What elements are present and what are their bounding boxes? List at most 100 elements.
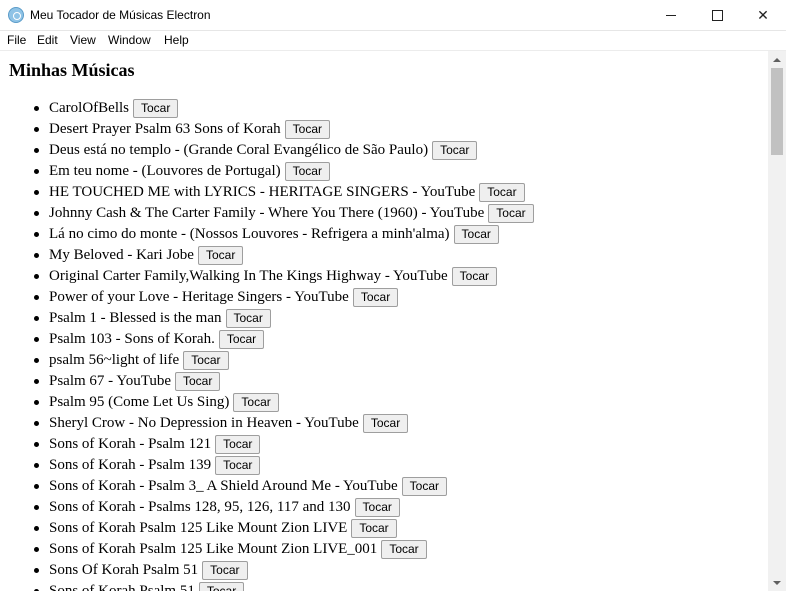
song-item: Desert Prayer Psalm 63 Sons of Korah Toca… <box>0 119 534 140</box>
scroll-down-arrow-icon <box>773 580 781 585</box>
play-button[interactable]: Tocar <box>453 225 499 245</box>
menu-window[interactable]: Window <box>108 33 151 47</box>
song-title: My Beloved - Kari Jobe <box>49 247 194 264</box>
play-button[interactable]: Tocar <box>284 162 330 182</box>
play-button[interactable]: Tocar <box>401 477 447 497</box>
song-title: Sons of Korah - Psalm 3_ A Shield Around… <box>49 478 398 495</box>
song-title: Johnny Cash & The Carter Family - Where … <box>49 205 485 222</box>
play-button[interactable]: Tocar <box>198 582 245 591</box>
song-title: Sons of Korah Psalm 125 Like Mount Zion … <box>49 541 378 558</box>
play-button[interactable]: Tocar <box>218 330 265 350</box>
bullet-icon <box>34 316 39 321</box>
play-button[interactable]: Tocar <box>479 183 525 203</box>
song-item: Psalm 1 - Blessed is the man Tocar <box>0 308 534 329</box>
bullet-icon <box>34 400 39 405</box>
play-button[interactable]: Tocar <box>202 561 248 581</box>
bullet-icon <box>34 190 39 195</box>
song-item: CarolOfBells Tocar <box>0 98 534 119</box>
app-logo-icon <box>8 7 24 23</box>
menu-view[interactable]: View <box>70 33 96 47</box>
song-title: Lá no cimo do monte - (Nossos Louvores -… <box>49 226 450 243</box>
bullet-icon <box>34 568 39 573</box>
song-item: Lá no cimo do monte - (Nossos Louvores -… <box>0 224 534 245</box>
vertical-scrollbar[interactable] <box>768 51 786 591</box>
song-item: Sons of Korah - Psalm 121 Tocar <box>0 434 534 455</box>
play-button[interactable]: Tocar <box>284 120 330 140</box>
song-item: HE TOUCHED ME with LYRICS - HERITAGE SIN… <box>0 182 534 203</box>
maximize-icon <box>711 9 723 21</box>
song-title: Deus está no templo - (Grande Coral Evan… <box>49 142 429 159</box>
song-list: CarolOfBells Tocar Desert Prayer Psalm 63 … <box>0 98 534 591</box>
play-button[interactable]: Tocar <box>215 456 261 476</box>
close-button[interactable]: ✕ <box>740 0 786 30</box>
bullet-icon <box>34 463 39 468</box>
song-title: Sons of Korah - Psalm 121 <box>49 436 212 453</box>
song-item: Power of your Love - Heritage Singers - … <box>0 287 534 308</box>
bullet-icon <box>34 484 39 489</box>
play-button[interactable]: Tocar <box>451 267 497 287</box>
scroll-down-button[interactable] <box>768 574 786 591</box>
song-item: psalm 56~light of life Tocar <box>0 350 534 371</box>
page-title: Minhas Músicas <box>9 60 135 80</box>
song-title: HE TOUCHED ME with LYRICS - HERITAGE SIN… <box>49 184 476 201</box>
play-button[interactable]: Tocar <box>233 393 279 413</box>
bullet-icon <box>34 379 39 384</box>
song-item: Sons of Korah - Psalm 3_ A Shield Around… <box>0 476 534 497</box>
play-button[interactable]: Tocar <box>352 288 399 308</box>
bullet-icon <box>34 106 39 111</box>
play-button[interactable]: Tocar <box>197 246 244 266</box>
song-title: Psalm 1 - Blessed is the man <box>49 310 222 327</box>
song-title: Sons of Korah - Psalms 128, 95, 126, 117… <box>49 499 351 516</box>
menu-edit[interactable]: Edit <box>37 33 58 47</box>
bullet-icon <box>34 526 39 531</box>
bullet-icon <box>34 337 39 342</box>
song-title: psalm 56~light of life <box>49 352 180 369</box>
play-button[interactable]: Tocar <box>175 372 221 392</box>
minimize-button[interactable] <box>648 0 694 30</box>
bullet-icon <box>34 169 39 174</box>
song-item: Original Carter Family,Walking In The Ki… <box>0 266 534 287</box>
play-button[interactable]: Tocar <box>215 435 261 455</box>
song-item: Deus está no templo - (Grande Coral Evan… <box>0 140 534 161</box>
song-item: Sons of Korah - Psalm 139 Tocar <box>0 455 534 476</box>
song-item: Em teu nome - (Louvores de Portugal) Toca… <box>0 161 534 182</box>
song-title: Psalm 67 - YouTube <box>49 373 171 390</box>
window-title: Meu Tocador de Músicas Electron <box>30 8 211 22</box>
play-button[interactable]: Tocar <box>133 99 179 119</box>
song-title: Original Carter Family,Walking In The Ki… <box>49 268 448 285</box>
menu-bar: File Edit View Window Help <box>0 31 786 51</box>
bullet-icon <box>34 127 39 132</box>
song-title: Psalm 103 - Sons of Korah. <box>49 331 215 348</box>
song-item: Psalm 95 (Come Let Us Sing) Tocar <box>0 392 534 413</box>
play-button[interactable]: Tocar <box>362 414 409 434</box>
scroll-thumb[interactable] <box>771 68 783 155</box>
song-title: Sons of Korah Psalm 125 Like Mount Zion … <box>49 520 348 537</box>
bullet-icon <box>34 547 39 552</box>
song-title: Em teu nome - (Louvores de Portugal) <box>49 163 281 180</box>
play-button[interactable]: Tocar <box>354 498 400 518</box>
menu-file[interactable]: File <box>7 33 26 47</box>
play-button[interactable]: Tocar <box>488 204 534 224</box>
bullet-icon <box>34 232 39 237</box>
bullet-icon <box>34 211 39 216</box>
song-item: Psalm 67 - YouTube Tocar <box>0 371 534 392</box>
play-button[interactable]: Tocar <box>351 519 397 539</box>
song-title: Sons Of Korah Psalm 51 <box>49 562 199 579</box>
scroll-up-arrow-icon <box>773 57 781 62</box>
play-button[interactable]: Tocar <box>381 540 427 560</box>
menu-help[interactable]: Help <box>164 33 189 47</box>
song-item: Psalm 103 - Sons of Korah. Tocar <box>0 329 534 350</box>
bullet-icon <box>34 505 39 510</box>
bullet-icon <box>34 253 39 258</box>
song-item: Sheryl Crow - No Depression in Heaven - … <box>0 413 534 434</box>
maximize-button[interactable] <box>694 0 740 30</box>
bullet-icon <box>34 295 39 300</box>
song-item: Sons of Korah Psalm 51Tocar <box>0 581 534 591</box>
play-button[interactable]: Tocar <box>432 141 478 161</box>
bullet-icon <box>34 421 39 426</box>
play-button[interactable]: Tocar <box>225 309 271 329</box>
scroll-up-button[interactable] <box>768 51 786 68</box>
song-item: Johnny Cash & The Carter Family - Where … <box>0 203 534 224</box>
song-title: Psalm 95 (Come Let Us Sing) <box>49 394 230 411</box>
play-button[interactable]: Tocar <box>183 351 229 371</box>
